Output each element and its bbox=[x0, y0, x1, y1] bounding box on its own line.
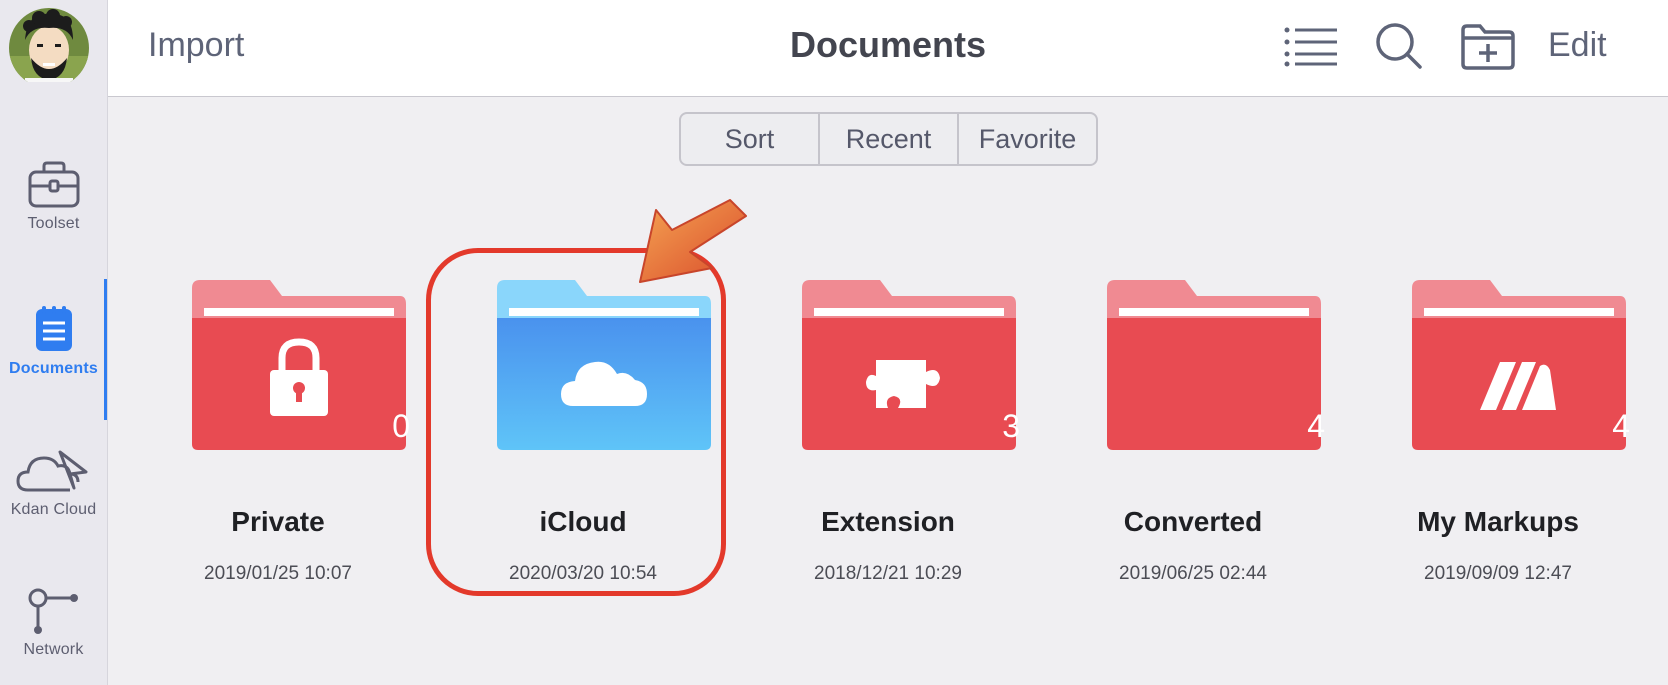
folder-name: My Markups bbox=[1417, 506, 1579, 537]
sidebar-item-label: Kdan Cloud bbox=[10, 501, 97, 518]
file-count-badge: 4 bbox=[1307, 408, 1325, 444]
folder-date: 2019/01/25 10:07 bbox=[204, 563, 352, 584]
top-bar: Import Documents Edit bbox=[108, 0, 1668, 97]
pointer-arrow-icon bbox=[636, 196, 752, 291]
folder-name: Converted bbox=[1123, 506, 1263, 537]
folder-name: Private bbox=[231, 506, 325, 537]
folder-name: iCloud bbox=[539, 506, 627, 537]
sidebar-item-toolset[interactable]: Toolset bbox=[0, 160, 107, 233]
import-button[interactable]: Import bbox=[148, 26, 244, 65]
folder-icon bbox=[497, 280, 711, 450]
folder-date: 2020/03/20 10:54 bbox=[509, 563, 657, 584]
sidebar-item-label: Toolset bbox=[27, 215, 80, 232]
cloud-icon bbox=[15, 450, 87, 492]
folder-date: 2018/12/21 10:29 bbox=[814, 563, 962, 584]
folder-date: 2019/09/09 12:47 bbox=[1424, 563, 1572, 584]
sidebar-item-label: Network bbox=[23, 641, 84, 658]
folder-private[interactable]: 0 Private 2019/01/25 10:07 bbox=[128, 278, 428, 598]
sidebar-item-label: Documents bbox=[9, 360, 98, 377]
network-icon bbox=[28, 588, 78, 634]
search-icon[interactable] bbox=[1375, 22, 1425, 75]
segment-sort[interactable]: Sort bbox=[681, 114, 818, 164]
document-icon bbox=[35, 306, 72, 351]
new-folder-icon[interactable] bbox=[1460, 22, 1516, 75]
folder-icloud[interactable]: iCloud 2020/03/20 10:54 bbox=[433, 278, 733, 598]
sidebar-item-kdan-cloud[interactable]: Kdan Cloud bbox=[0, 446, 107, 519]
page-title: Documents bbox=[789, 24, 987, 65]
folder-my-markups[interactable]: 4 My Markups 2019/09/09 12:47 bbox=[1348, 278, 1648, 598]
avatar[interactable] bbox=[9, 6, 93, 88]
edit-button[interactable]: Edit bbox=[1548, 26, 1607, 65]
toolbox-icon bbox=[28, 161, 79, 208]
folder-date: 2019/06/25 02:44 bbox=[1119, 563, 1267, 584]
file-count-badge: 0 bbox=[392, 408, 410, 444]
sidebar: Toolset Documents Kdan Cloud Network bbox=[0, 0, 108, 685]
folder-converted[interactable]: 4 Converted 2019/06/25 02:44 bbox=[1043, 278, 1343, 598]
active-indicator bbox=[104, 279, 107, 420]
sidebar-item-documents[interactable]: Documents bbox=[0, 305, 107, 378]
list-icon[interactable] bbox=[1283, 24, 1339, 73]
sidebar-item-network[interactable]: Network bbox=[0, 586, 107, 659]
file-count-badge: 3 bbox=[1002, 408, 1020, 444]
sort-segmented-control: Sort Recent Favorite bbox=[679, 112, 1098, 166]
segment-favorite[interactable]: Favorite bbox=[957, 114, 1096, 164]
folder-name: Extension bbox=[821, 506, 955, 537]
segment-recent[interactable]: Recent bbox=[818, 114, 957, 164]
file-count-badge: 4 bbox=[1612, 408, 1630, 444]
folder-extension[interactable]: 3 Extension 2018/12/21 10:29 bbox=[738, 278, 1038, 598]
